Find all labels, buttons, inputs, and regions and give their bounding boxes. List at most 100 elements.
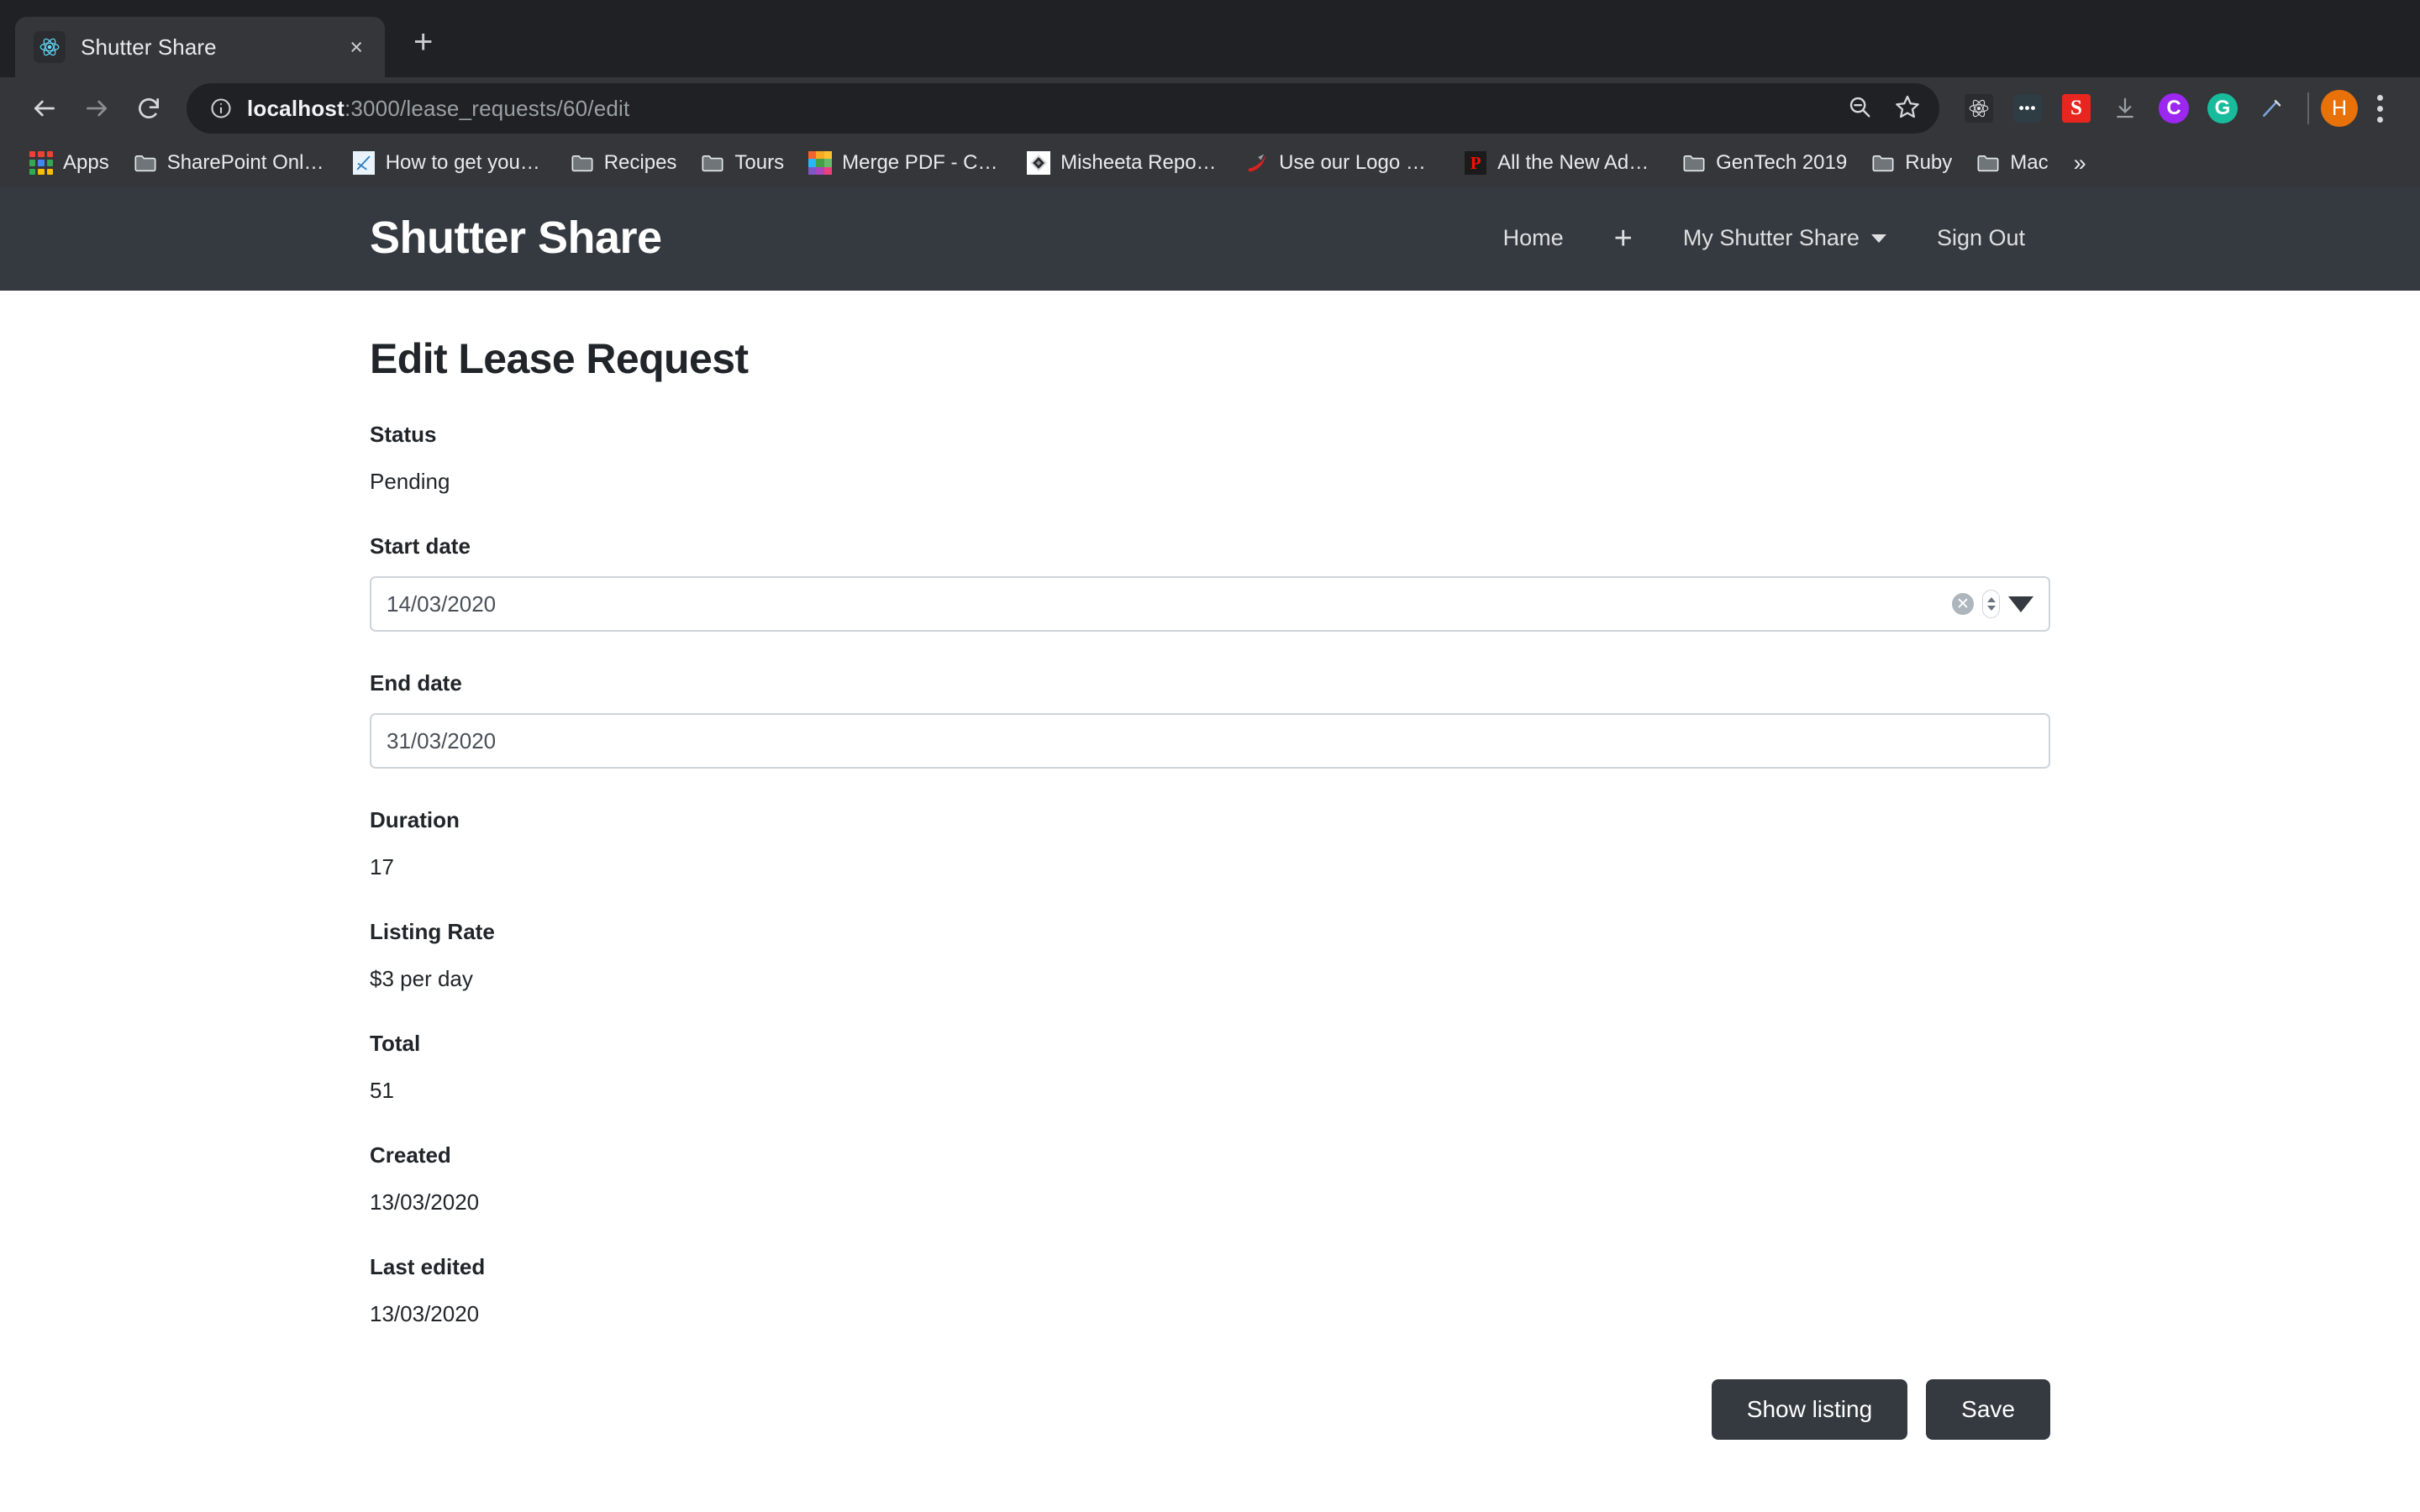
last-edited-value: 13/03/2020 (370, 1301, 2050, 1327)
bookmark-all-the-new-adobe[interactable]: P All the New Adobe... (1451, 144, 1670, 182)
doc-icon (351, 150, 376, 176)
bookmark-label: Use our Logo Mak... (1279, 151, 1439, 175)
reload-icon[interactable] (123, 82, 175, 134)
bookmark-tours[interactable]: Tours (688, 144, 796, 182)
clear-icon[interactable]: ✕ (1952, 593, 1974, 615)
bookmark-how-to-get-your-d[interactable]: How to get your d... (339, 144, 558, 182)
bookmark-label: Misheeta Report... (1060, 151, 1221, 175)
chevron-down-icon (1871, 234, 1886, 243)
bookmark-merge-pdf[interactable]: Merge PDF - Com... (796, 144, 1014, 182)
dots-extension-icon[interactable]: ••• (2003, 84, 2052, 133)
browser-tab[interactable]: Shutter Share × (15, 17, 385, 77)
end-date-input[interactable]: 31/03/2020 (370, 713, 2050, 769)
page-viewport: Shutter Share Home + My Shutter Share Si… (0, 186, 2420, 1512)
stepper-icon[interactable] (1982, 590, 2000, 618)
folder-icon (1870, 150, 1896, 176)
plus-icon: + (1614, 223, 1633, 255)
address-bar[interactable]: localhost:3000/lease_requests/60/edit (187, 83, 1939, 134)
c-extension-icon[interactable]: C (2149, 84, 2198, 133)
tab-title: Shutter Share (81, 34, 331, 60)
duration-label: Duration (370, 807, 2050, 833)
status-value: Pending (370, 469, 2050, 495)
s-extension-icon[interactable]: S (2052, 84, 2101, 133)
folder-icon (570, 150, 595, 176)
kebab-menu-icon[interactable] (2358, 95, 2402, 123)
start-date-input-wrapper: 14/03/2020 ✕ (370, 576, 2050, 632)
back-icon[interactable] (18, 82, 71, 134)
g-extension-icon[interactable]: G (2198, 84, 2247, 133)
folder-icon (133, 150, 158, 176)
nav-dropdown-label: My Shutter Share (1683, 225, 1860, 251)
bookmark-sharepoint-online[interactable]: SharePoint Online (121, 144, 339, 182)
start-date-input[interactable]: 14/03/2020 (370, 576, 2050, 632)
show-listing-button[interactable]: Show listing (1712, 1379, 1907, 1440)
pen-extension-icon[interactable] (2247, 84, 2296, 133)
bookmark-apps[interactable]: Apps (17, 144, 121, 182)
nav-link-home[interactable]: Home (1478, 225, 1589, 251)
calendar-picker-icon[interactable] (2008, 596, 2033, 612)
app-brand[interactable]: Shutter Share (370, 213, 662, 263)
bookmark-label: How to get your d... (386, 151, 546, 175)
bookmark-ruby[interactable]: Ruby (1859, 144, 1964, 182)
url-host: localhost (247, 96, 345, 121)
bookmark-label: SharePoint Online (167, 151, 328, 175)
nav-link-sign-out[interactable]: Sign Out (1912, 225, 2050, 251)
folder-icon (700, 150, 725, 176)
forward-icon[interactable] (71, 82, 123, 134)
nav-link-my-shutter-share[interactable]: My Shutter Share (1658, 225, 1912, 251)
bookmark-label: Apps (63, 151, 109, 175)
browser-window: Shutter Share × + localhost:3000/lease_r… (0, 0, 2420, 1512)
bookmark-recipes[interactable]: Recipes (558, 144, 689, 182)
download-icon[interactable] (2101, 84, 2149, 133)
browser-toolbar: localhost:3000/lease_requests/60/edit ••… (0, 77, 2420, 139)
zoom-out-icon[interactable] (1847, 94, 1872, 123)
omnibox-actions (1847, 93, 1921, 124)
apps-grid-icon (29, 150, 54, 176)
folder-icon (1975, 150, 2001, 176)
bookmark-misheeta-report[interactable]: Misheeta Report... (1014, 144, 1233, 182)
nav-link-add[interactable]: + (1589, 223, 1658, 255)
react-devtools-icon[interactable] (1954, 84, 2003, 133)
field-last-edited: Last edited 13/03/2020 (370, 1254, 2050, 1327)
close-icon[interactable]: × (346, 36, 366, 59)
diamond-icon (1026, 150, 1051, 176)
end-date-input-wrapper: 31/03/2020 (370, 713, 2050, 769)
bookmark-label: GenTech 2019 (1716, 151, 1847, 175)
total-value: 51 (370, 1078, 2050, 1104)
bookmark-mac[interactable]: Mac (1964, 144, 2060, 182)
red-swoosh-icon (1244, 150, 1270, 176)
react-icon (34, 31, 66, 63)
field-status: Status Pending (370, 422, 2050, 495)
bookmark-use-our-logo-maker[interactable]: Use our Logo Mak... (1233, 144, 1451, 182)
bookmark-label: Recipes (604, 151, 677, 175)
star-icon[interactable] (1894, 93, 1921, 124)
navbar-links: Home + My Shutter Share Sign Out (1478, 223, 2050, 255)
info-icon[interactable] (207, 94, 235, 123)
field-listing-rate: Listing Rate $3 per day (370, 919, 2050, 992)
listing-rate-value: $3 per day (370, 966, 2050, 992)
end-date-label: End date (370, 670, 2050, 696)
avatar[interactable]: H (2321, 90, 2358, 127)
bookmark-label: All the New Adobe... (1497, 151, 1658, 175)
listing-rate-label: Listing Rate (370, 919, 2050, 945)
tab-strip: Shutter Share × + (0, 0, 2420, 77)
bookmarks-bar: Apps SharePoint Online How to get your d… (0, 139, 2420, 186)
extensions-row: ••• S C G (1954, 84, 2296, 133)
bookmark-gentech-2019[interactable]: GenTech 2019 (1670, 144, 1859, 182)
adobe-p-icon: P (1463, 150, 1488, 176)
main-content: Edit Lease Request Status Pending Start … (0, 334, 2420, 1440)
field-total: Total 51 (370, 1031, 2050, 1104)
bookmark-label: Mac (2010, 151, 2048, 175)
form-actions: Show listing Save (370, 1379, 2050, 1440)
app-navbar: Shutter Share Home + My Shutter Share Si… (0, 186, 2420, 291)
bookmark-label: Tours (734, 151, 784, 175)
bookmark-label: Ruby (1905, 151, 1952, 175)
field-duration: Duration 17 (370, 807, 2050, 880)
duration-value: 17 (370, 854, 2050, 880)
bookmarks-overflow-button[interactable]: » (2060, 150, 2100, 176)
url-text: localhost:3000/lease_requests/60/edit (247, 96, 629, 122)
new-tab-button[interactable]: + (413, 25, 433, 59)
field-start-date: Start date 14/03/2020 ✕ (370, 533, 2050, 632)
save-button[interactable]: Save (1926, 1379, 2050, 1440)
start-date-controls: ✕ (1952, 576, 2033, 632)
